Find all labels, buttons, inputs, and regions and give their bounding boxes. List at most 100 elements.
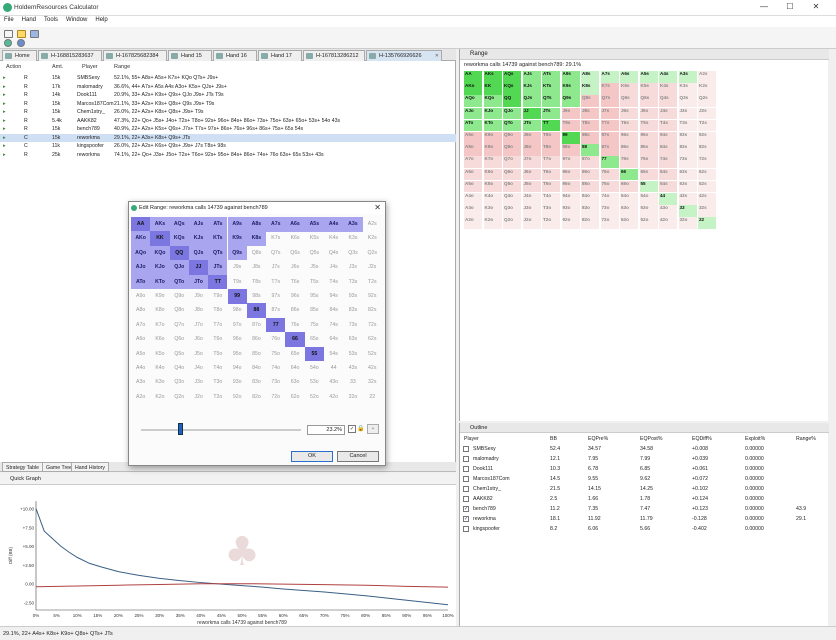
range-cell[interactable]: A8o xyxy=(464,144,482,156)
range-editor-cell[interactable]: KTo xyxy=(150,274,170,290)
ok-button[interactable]: OK xyxy=(291,451,333,462)
range-cell[interactable]: 86o xyxy=(581,168,599,181)
range-editor-cell[interactable]: 92s xyxy=(363,289,382,304)
range-cell[interactable]: T6o xyxy=(542,168,560,181)
range-cell[interactable]: K2s xyxy=(698,83,716,95)
range-cell[interactable]: 75o xyxy=(600,180,619,193)
range-editor-cell[interactable]: A3o xyxy=(131,375,150,390)
range-editor-cell[interactable]: Q7o xyxy=(170,318,189,333)
range-cell[interactable]: T5s xyxy=(639,119,658,132)
range-cell[interactable]: T3o xyxy=(542,205,560,217)
action-row[interactable]: ▸ R 5.4k AAKK82 47.3%, 22+ Qo+ J5s+ J4o+ T2s… xyxy=(0,117,456,125)
range-cell[interactable]: T7o xyxy=(542,156,560,168)
range-editor-cell[interactable]: KJo xyxy=(150,260,170,275)
range-editor-cell[interactable]: 82o xyxy=(247,390,266,405)
range-editor-cell[interactable]: 93s xyxy=(343,289,362,304)
range-cell[interactable]: 43s xyxy=(678,193,697,205)
range-cell[interactable]: AKo xyxy=(464,83,482,95)
range-cell[interactable]: JTo xyxy=(522,119,541,132)
range-editor-cell[interactable]: J5s xyxy=(305,260,324,275)
range-editor-cell[interactable]: A7s xyxy=(266,217,286,232)
save-icon[interactable] xyxy=(30,30,39,38)
range-editor-cell[interactable]: AQo xyxy=(131,245,151,261)
range-cell[interactable]: 94s xyxy=(659,132,677,144)
range-editor-cell[interactable]: A8o xyxy=(131,303,150,318)
menu-window[interactable]: Window xyxy=(62,16,91,24)
range-editor-cell[interactable]: Q4o xyxy=(170,361,189,376)
range-cell[interactable]: K2o xyxy=(483,217,502,229)
range-editor-cell[interactable]: 63o xyxy=(285,375,304,390)
range-cell[interactable]: 95o xyxy=(561,180,580,193)
range-cell[interactable]: K3o xyxy=(483,205,502,217)
range-editor-cell[interactable]: 72s xyxy=(363,318,382,333)
range-editor-cell[interactable]: T8o xyxy=(208,303,227,318)
range-cell[interactable]: Q3s xyxy=(678,95,697,107)
range-editor-cell[interactable]: AJs xyxy=(188,217,209,232)
range-editor-cell[interactable]: 77 xyxy=(266,317,286,333)
player-checkbox[interactable] xyxy=(463,496,469,502)
range-cell[interactable]: 98o xyxy=(561,144,580,156)
range-cell[interactable]: 82s xyxy=(698,144,716,156)
range-editor-cell[interactable]: JTs xyxy=(208,260,228,275)
range-cell[interactable]: Q7o xyxy=(503,156,521,168)
outline-row[interactable]: Dook111 10.3 6.78 6.85 +0.061 0.00000 xyxy=(460,465,829,474)
range-cell[interactable]: 42o xyxy=(659,217,677,229)
range-editor-cell[interactable]: Q2o xyxy=(170,390,189,405)
cancel-button[interactable]: Cancel xyxy=(337,451,379,462)
range-editor-cell[interactable]: 43o xyxy=(324,375,343,390)
range-editor-cell[interactable]: T9s xyxy=(228,275,247,290)
range-cell[interactable]: 97o xyxy=(561,156,580,168)
range-editor-cell[interactable]: KQo xyxy=(150,245,170,261)
range-cell[interactable]: JJ xyxy=(522,107,541,120)
range-editor-cell[interactable]: A7o xyxy=(131,318,150,333)
range-editor-cell[interactable]: T5s xyxy=(305,275,324,290)
range-cell[interactable]: K7o xyxy=(483,156,502,168)
range-editor-cell[interactable]: J2o xyxy=(189,390,208,405)
range-editor-cell[interactable]: A9o xyxy=(131,289,150,304)
range-cell[interactable]: Q2o xyxy=(503,217,521,229)
range-cell[interactable]: J8o xyxy=(522,144,541,156)
range-editor-cell[interactable]: 84s xyxy=(324,303,343,318)
range-editor-cell[interactable]: 94s xyxy=(324,289,343,304)
range-cell[interactable]: 54s xyxy=(659,180,677,193)
range-cell[interactable]: 95s xyxy=(639,132,658,144)
range-editor-cell[interactable]: 52o xyxy=(305,390,324,405)
range-editor-cell[interactable]: KK xyxy=(150,231,170,246)
range-editor-cell[interactable]: J8s xyxy=(247,260,266,275)
range-editor-cell[interactable]: 82s xyxy=(363,303,382,318)
range-editor-cell[interactable]: AKo xyxy=(131,231,151,246)
add-icon[interactable]: + xyxy=(367,424,379,434)
range-editor-cell[interactable]: KQs xyxy=(169,231,189,246)
range-cell[interactable]: 65s xyxy=(639,168,658,181)
range-cell[interactable]: KQs xyxy=(503,83,521,95)
range-editor-cell[interactable]: 83o xyxy=(247,375,266,390)
range-editor-cell[interactable]: J3o xyxy=(189,375,208,390)
range-editor-cell[interactable]: J6s xyxy=(285,260,304,275)
range-editor-cell[interactable]: 75o xyxy=(266,347,285,362)
range-cell[interactable]: K6o xyxy=(483,168,502,181)
range-editor-cell[interactable]: 99 xyxy=(227,289,247,304)
range-cell[interactable]: 82o xyxy=(581,217,599,229)
range-cell[interactable]: KTs xyxy=(542,83,560,95)
range-editor-cell[interactable]: QJs xyxy=(188,245,209,261)
range-editor-cell[interactable]: Q7s xyxy=(266,246,285,261)
range-editor-cell[interactable]: 73s xyxy=(343,318,362,333)
outline-row[interactable]: AAKK82 2.5 1.66 1.78 +0.124 0.00000 xyxy=(460,495,829,504)
range-cell[interactable]: TT xyxy=(542,119,560,132)
range-editor-cell[interactable]: 76o xyxy=(266,332,285,347)
range-cell[interactable]: QTs xyxy=(542,95,560,107)
range-cell[interactable]: J2s xyxy=(698,107,716,120)
range-cell[interactable]: J3s xyxy=(678,107,697,120)
tab-hand-history[interactable]: Hand History xyxy=(71,462,109,472)
range-cell[interactable]: J7s xyxy=(600,107,619,120)
range-cell[interactable]: A8s xyxy=(581,71,599,83)
range-cell[interactable]: 84o xyxy=(581,193,599,205)
range-editor-cell[interactable]: J7s xyxy=(266,260,285,275)
range-cell[interactable]: 84s xyxy=(659,144,677,156)
range-cell[interactable]: J5s xyxy=(639,107,658,120)
range-cell[interactable]: Q5s xyxy=(639,95,658,107)
range-cell[interactable]: 87o xyxy=(581,156,599,168)
player-checkbox[interactable] xyxy=(463,446,469,452)
range-cell[interactable]: 86s xyxy=(620,144,638,156)
range-cell[interactable]: K5s xyxy=(639,83,658,95)
